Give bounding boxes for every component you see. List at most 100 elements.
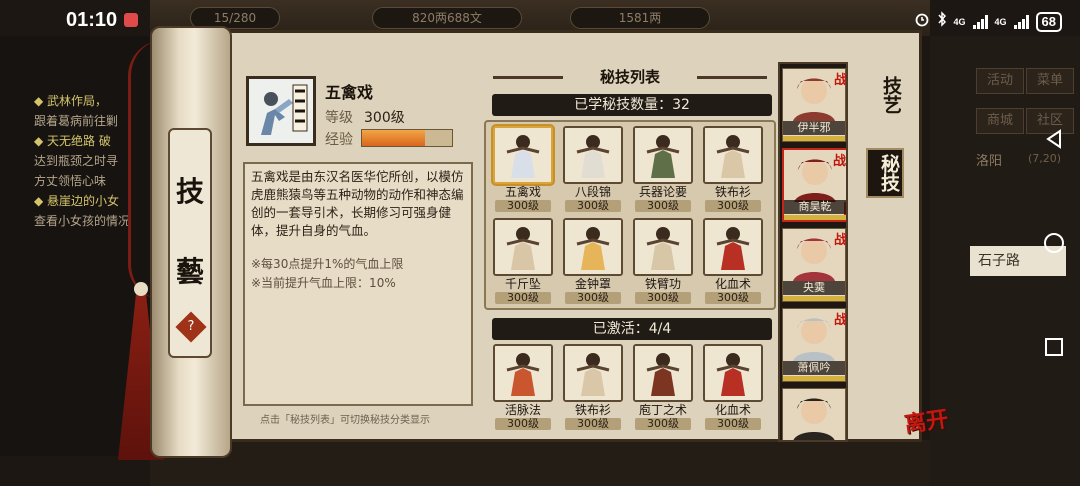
active-grid: 活脉法 300级 铁布衫 300级 庖丁之术 300级 化血术 300级 <box>484 344 776 436</box>
skill-card-name: 铁臂功 <box>644 277 681 291</box>
selected-skill-icon <box>246 76 316 146</box>
help-button[interactable]: ? <box>175 311 207 343</box>
skill-note: ※当前提升气血上限：10% <box>251 276 396 290</box>
skill-card-level: 300级 <box>495 418 551 430</box>
skill-card[interactable]: 庖丁之术 300级 <box>630 344 696 432</box>
network-type-1: 4G <box>953 16 966 27</box>
character-list: 伊半邪战商昊乾战央霙战萧佩吟战 <box>778 62 848 442</box>
leave-button[interactable]: 离开 <box>902 401 950 439</box>
skill-card[interactable]: 八段锦 300级 <box>560 126 626 214</box>
location-name: 洛阳 <box>976 154 1003 169</box>
wuqinxi-icon <box>493 126 553 184</box>
tiebushan-icon <box>563 344 623 402</box>
skill-card-level: 300级 <box>705 418 761 430</box>
exp-bar <box>361 129 453 147</box>
skill-card[interactable]: 铁布衫 300级 <box>700 126 766 214</box>
skill-card[interactable]: 兵器论要 300级 <box>630 126 696 214</box>
recents-icon[interactable] <box>1043 336 1065 362</box>
skill-card-level: 300级 <box>635 200 691 212</box>
notification-icon <box>124 13 138 27</box>
quest-line: ◆ 武林作局， <box>34 94 108 108</box>
help-icon: ? <box>187 319 195 334</box>
character-hp-bar <box>783 136 845 141</box>
character-hp-bar <box>783 376 845 381</box>
battery-indicator: 68 <box>1035 11 1062 32</box>
skill-card-name: 五禽戏 <box>504 185 541 199</box>
skill-description: 五禽戏是由东汉名医华佗所创，以模仿虎鹿熊猿鸟等五种动物的动作和神态编创的一套导引… <box>251 169 464 238</box>
battle-badge: 战 <box>832 154 846 169</box>
learned-count: 已学秘技数量：32 <box>492 94 772 116</box>
skill-card[interactable]: 金钟罩 300级 <box>560 218 626 306</box>
skill-card[interactable]: 化血术 300级 <box>700 218 766 306</box>
character-card[interactable]: 央霙 战 <box>782 228 846 302</box>
battle-badge: 战 <box>833 233 847 248</box>
character-card[interactable]: 萧佩吟 战 <box>782 308 846 382</box>
signal-icon <box>1013 14 1029 29</box>
list-title[interactable]: 秘技列表 <box>493 65 767 89</box>
skill-card-name: 活脉法 <box>504 403 541 417</box>
battle-badge: 战 <box>833 313 847 328</box>
skill-card-name: 庖丁之术 <box>638 403 687 417</box>
tiebushan-icon <box>703 126 763 184</box>
active-count: 已激活：4/4 <box>492 318 772 340</box>
skill-card-level: 300级 <box>705 292 761 304</box>
activity-button[interactable]: 活动 <box>976 68 1024 94</box>
skill-card[interactable]: 铁布衫 300级 <box>560 344 626 432</box>
skill-card-name: 金钟罩 <box>574 277 611 291</box>
skill-card-name: 八段锦 <box>574 185 611 199</box>
character-name: 商昊乾 <box>784 200 846 214</box>
learned-grid[interactable]: 五禽戏 300级 八段锦 300级 兵器论要 300级 铁布衫 300级 千斤坠 300级 金钟罩 3… <box>484 120 776 310</box>
character-card[interactable]: 伊半邪 战 <box>782 68 846 142</box>
network-type-2: 4G <box>994 16 1007 27</box>
skill-card-level: 300级 <box>705 200 761 212</box>
back-icon[interactable] <box>1043 128 1065 154</box>
book-icon <box>633 126 693 184</box>
exp-bar-fill <box>362 130 425 146</box>
skill-card-name: 化血术 <box>714 403 751 417</box>
skill-note: ※每30点提升1%的气血上限 <box>251 257 404 271</box>
skill-card[interactable]: 活脉法 300级 <box>490 344 556 432</box>
status-bar: 01:10 4G 4G 68 <box>0 0 1080 40</box>
menu-button[interactable]: 菜单 <box>1026 68 1074 94</box>
skill-card-level: 300级 <box>495 292 551 304</box>
quest-line: 方丈领悟心味 <box>34 174 107 188</box>
character-name: 央霙 <box>783 281 845 295</box>
huaxue-icon <box>703 344 763 402</box>
scroll-label-char: 藝 <box>175 255 204 288</box>
skill-card[interactable]: 化血术 300级 <box>700 344 766 432</box>
character-card[interactable]: 商昊乾 战 <box>782 148 846 222</box>
bottom-menu-bar <box>150 440 930 486</box>
character-name: 萧佩吟 <box>783 361 845 375</box>
scroll-label-char: 技 <box>175 175 204 208</box>
bead <box>134 282 148 296</box>
hint-text: 点击「秘技列表」可切换秘技分类显示 <box>260 415 430 426</box>
battle-badge: 战 <box>833 73 847 88</box>
quest-line: 达到瓶颈之时寻 <box>34 154 119 168</box>
quest-line: ◆ 天无绝路 破 <box>34 134 111 148</box>
skill-card-level: 300级 <box>565 418 621 430</box>
level-label: 等级 <box>325 110 353 126</box>
quest-line: ◆ 悬崖边的小女 <box>34 194 120 208</box>
cleaver-book-icon <box>633 344 693 402</box>
skill-card[interactable]: 五禽戏 300级 <box>490 126 556 214</box>
skill-card[interactable]: 铁臂功 300级 <box>630 218 696 306</box>
skill-card-level: 300级 <box>565 200 621 212</box>
golden-bell-icon <box>563 218 623 276</box>
skill-card-name: 化血术 <box>714 277 751 291</box>
shop-button[interactable]: 商城 <box>976 108 1024 134</box>
quest-line: 查看小女孩的情况 <box>34 214 131 228</box>
character-hp-bar <box>784 215 846 220</box>
tab-skills[interactable]: 技艺 <box>866 72 904 118</box>
character-name: 伊半邪 <box>783 121 845 135</box>
home-icon[interactable] <box>1043 232 1065 258</box>
character-card[interactable] <box>782 388 846 440</box>
skill-card[interactable]: 千斤坠 300级 <box>490 218 556 306</box>
alarm-icon <box>914 11 930 32</box>
signal-icon <box>972 14 988 29</box>
quest-line: 跟着葛病前往剿 <box>34 114 119 128</box>
skill-card-level: 300级 <box>565 292 621 304</box>
tab-secret[interactable]: 秘技 <box>866 148 904 198</box>
huaxue-icon <box>703 218 763 276</box>
skill-card-level: 300级 <box>495 200 551 212</box>
description-box: 五禽戏是由东汉名医华佗所创，以模仿虎鹿熊猿鸟等五种动物的动作和神态编创的一套导引… <box>243 162 473 406</box>
